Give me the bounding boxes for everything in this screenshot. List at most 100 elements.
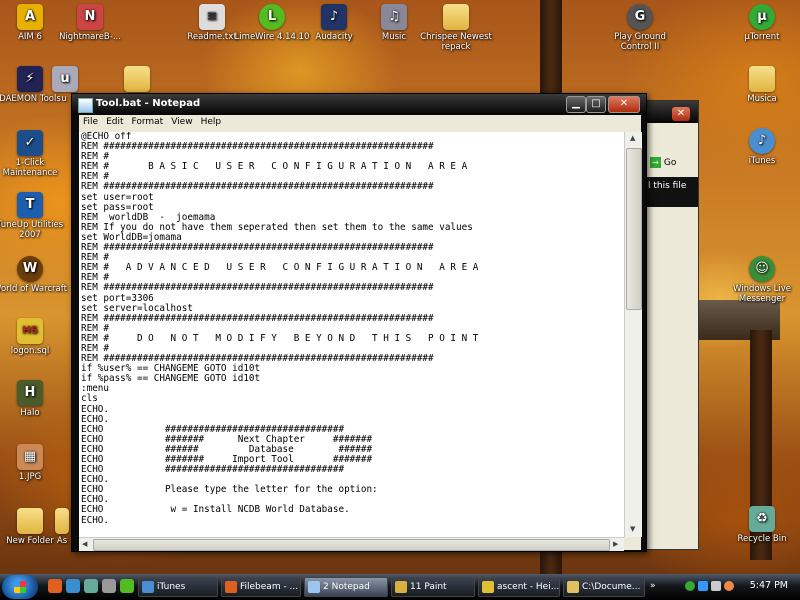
taskbar-overflow-icon[interactable]: » bbox=[650, 581, 656, 591]
taskbar-button-itunes[interactable]: iTunes bbox=[138, 577, 218, 597]
desktop-icon-folder[interactable] bbox=[112, 66, 162, 94]
desktop-icon-messenger[interactable]: ☺ Windows Live Messenger bbox=[724, 256, 800, 304]
notepad-window[interactable]: Tool.bat - Notepad ▁ □ ✕ File Edit Format V… bbox=[71, 93, 647, 552]
menu-format[interactable]: Format bbox=[128, 115, 168, 129]
icon-label: Recycle Bin bbox=[737, 534, 787, 544]
quicklaunch-ie-icon[interactable] bbox=[66, 579, 80, 593]
menu-view[interactable]: View bbox=[167, 115, 196, 129]
quicklaunch-firefox-icon[interactable] bbox=[48, 579, 62, 593]
tray-network-icon[interactable] bbox=[698, 581, 708, 591]
editor-line[interactable]: ECHO ################################ bbox=[81, 464, 344, 475]
start-button[interactable] bbox=[2, 575, 38, 599]
icon-label: 1.JPG bbox=[18, 472, 42, 482]
folder-icon bbox=[567, 581, 579, 593]
go-button[interactable]: → Go bbox=[650, 157, 676, 168]
desktop-icon-itunes[interactable]: ♪ iTunes bbox=[724, 128, 800, 166]
background-window[interactable]: ✕ → Go l this file bbox=[645, 100, 699, 550]
quicklaunch-switch-icon[interactable] bbox=[102, 579, 116, 593]
desktop-icon-wow[interactable]: W World of Warcraft bbox=[0, 256, 68, 294]
editor-line[interactable]: REM # A D V A N C E D U S E R C O N F I … bbox=[81, 262, 478, 273]
desktop-icon-ground-control[interactable]: G Play Ground Control II bbox=[602, 4, 678, 52]
text-editor[interactable]: @ECHO off REM ##########################… bbox=[79, 132, 624, 537]
go-arrow-icon: → bbox=[650, 157, 661, 168]
quicklaunch-desktop-icon[interactable] bbox=[84, 579, 98, 593]
clock[interactable]: 5:47 PM bbox=[750, 580, 788, 591]
itunes-icon: ♪ bbox=[749, 128, 775, 154]
icon-label: NightmareB-... bbox=[59, 32, 121, 42]
icon-label: Play Ground Control II bbox=[614, 32, 666, 52]
resize-grip[interactable] bbox=[624, 537, 641, 550]
ground-control-icon: G bbox=[627, 4, 653, 30]
editor-line[interactable]: REM ####################################… bbox=[81, 313, 434, 324]
scroll-up-icon[interactable]: ▲ bbox=[630, 134, 635, 142]
icon-label: World of Warcraft bbox=[0, 284, 67, 294]
window-title: Tool.bat - Notepad bbox=[96, 98, 201, 109]
desktop-icon-partial[interactable]: As bbox=[52, 508, 72, 546]
desktop-icon-logon-sql[interactable]: HS logon.sql bbox=[0, 318, 68, 356]
editor-line[interactable]: REM ####################################… bbox=[81, 242, 434, 253]
desktop-icon-tuneup[interactable]: T TuneUp Utilities 2007 bbox=[0, 192, 68, 240]
editor-line[interactable]: REM # D O N O T M O D I F Y B E Y O N D … bbox=[81, 333, 478, 344]
desktop-icon-jpg[interactable]: ▦ 1.JPG bbox=[0, 444, 68, 482]
menu-file[interactable]: File bbox=[79, 115, 102, 129]
title-bar[interactable]: Tool.bat - Notepad ▁ □ ✕ bbox=[72, 94, 646, 115]
editor-line[interactable]: REM ####################################… bbox=[81, 141, 434, 152]
tray-utorrent-icon[interactable] bbox=[685, 581, 695, 591]
taskbar-button-ascent[interactable]: ascent - Hei... bbox=[478, 577, 560, 597]
maximize-button[interactable]: □ bbox=[586, 96, 606, 113]
desktop-icon-musica[interactable]: Musica bbox=[724, 66, 800, 104]
close-button[interactable]: ✕ bbox=[608, 96, 640, 113]
taskbar-button-filebeam[interactable]: Filebeam - ... bbox=[221, 577, 301, 597]
recycle-bin-icon: ♻ bbox=[749, 506, 775, 532]
taskbar-button-documents[interactable]: C:\Docume... bbox=[563, 577, 645, 597]
tray-volume-icon[interactable] bbox=[711, 581, 721, 591]
editor-line[interactable]: ECHO. bbox=[81, 515, 109, 526]
scroll-left-icon[interactable]: ◀ bbox=[82, 540, 87, 548]
editor-content[interactable]: @ECHO off REM ##########################… bbox=[79, 132, 624, 526]
sql-file-icon: HS bbox=[17, 318, 43, 344]
icon-label: As bbox=[56, 536, 68, 546]
icon-label: 1-Click Maintenance bbox=[2, 158, 58, 178]
vertical-scroll-thumb[interactable] bbox=[626, 148, 642, 310]
menu-help[interactable]: Help bbox=[197, 115, 226, 129]
taskbar-button-notepad[interactable]: 2 Notepad bbox=[304, 577, 388, 597]
maintenance-icon: ✓ bbox=[17, 130, 43, 156]
icon-label: µTorrent bbox=[744, 32, 780, 42]
menu-edit[interactable]: Edit bbox=[102, 115, 127, 129]
close-icon[interactable]: ✕ bbox=[672, 107, 690, 121]
folder-icon bbox=[124, 66, 150, 92]
horizontal-scroll-thumb[interactable] bbox=[93, 539, 610, 551]
minimize-icon: ▁ bbox=[572, 98, 580, 109]
desktop-icon-halo[interactable]: H Halo bbox=[0, 380, 68, 418]
desktop-icon-chrispee[interactable]: Chrispee Newest repack bbox=[418, 4, 494, 52]
icon-label: New Folder bbox=[6, 536, 54, 546]
minimize-button[interactable]: ▁ bbox=[566, 96, 586, 113]
icon-label: Readme.txt bbox=[187, 32, 237, 42]
close-icon: ✕ bbox=[619, 98, 629, 109]
desktop-icon-utorrent[interactable]: µ µTorrent bbox=[724, 4, 800, 42]
vertical-scrollbar[interactable]: ▲ ▼ bbox=[624, 132, 642, 537]
scroll-down-icon[interactable]: ▼ bbox=[630, 525, 635, 533]
taskbar-label: C:\Docume... bbox=[582, 582, 641, 592]
desktop-icon-nightmare[interactable]: N NightmareB-... bbox=[52, 4, 128, 42]
icon-label: u bbox=[61, 94, 67, 104]
editor-line[interactable]: REM # B A S I C U S E R C O N F I G U R … bbox=[81, 161, 467, 172]
folder-icon bbox=[17, 508, 43, 534]
icon-label: Music bbox=[381, 32, 407, 42]
editor-line[interactable]: ECHO Please type the letter for the opti… bbox=[81, 484, 378, 495]
editor-line[interactable]: ECHO w = Install NCDB World Database. bbox=[81, 504, 350, 515]
scroll-right-icon[interactable]: ▶ bbox=[613, 540, 618, 548]
desktop-icon-recycle-bin[interactable]: ♻ Recycle Bin bbox=[724, 506, 800, 544]
desktop: A AIM 6 N NightmareB-... ≡ Readme.txt L Lime… bbox=[0, 0, 800, 574]
notepad-icon bbox=[308, 581, 320, 593]
desktop-icon-maintenance[interactable]: ✓ 1-Click Maintenance bbox=[0, 130, 68, 178]
menu-bar: File Edit Format View Help bbox=[79, 115, 641, 132]
itunes-icon bbox=[142, 581, 154, 593]
quicklaunch-app-icon[interactable] bbox=[120, 579, 134, 593]
tray-security-icon[interactable] bbox=[724, 581, 734, 591]
folder-icon bbox=[55, 508, 69, 534]
taskbar-button-paint[interactable]: 11 Paint bbox=[391, 577, 475, 597]
taskbar-label: ascent - Hei... bbox=[497, 582, 560, 592]
horizontal-scrollbar[interactable]: ◀ ▶ bbox=[79, 537, 624, 551]
tuneup-icon: T bbox=[17, 192, 43, 218]
